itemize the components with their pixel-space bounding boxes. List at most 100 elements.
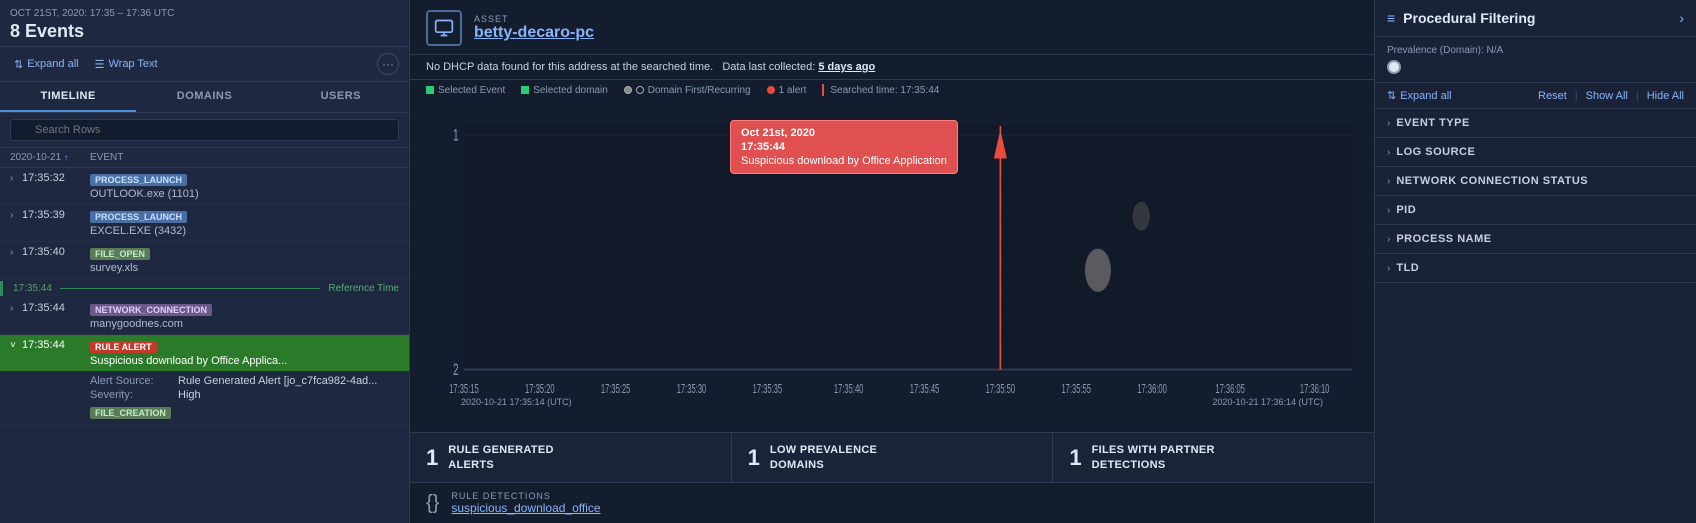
expand-all-button[interactable]: ⇅ Expand all <box>1387 89 1452 102</box>
expand-all-button[interactable]: ⇅ Expand all <box>10 56 83 73</box>
tab-timeline[interactable]: TIMELINE <box>0 82 136 112</box>
filter-section-log-source: › LOG SOURCE <box>1375 138 1696 167</box>
table-row[interactable]: › 17:35:40 FILE_OPEN survey.xls <box>0 242 409 278</box>
filter-icon: ≡ <box>1387 10 1395 26</box>
reset-button[interactable]: Reset <box>1538 90 1567 102</box>
svg-text:1: 1 <box>453 126 458 144</box>
event-badge: NETWORK_CONNECTION <box>90 304 212 316</box>
rule-info: RULE DETECTIONS suspicious_download_offi… <box>451 491 600 515</box>
col-time-label: 2020-10-21 <box>10 152 61 163</box>
prevalence-toggle[interactable] <box>1387 60 1684 74</box>
filter-section-title: TLD <box>1396 262 1419 274</box>
detail-key: Alert Source: <box>90 375 170 387</box>
right-actions: Reset | Show All | Hide All <box>1538 90 1684 102</box>
wrap-label: Wrap Text <box>108 58 157 70</box>
tab-domains[interactable]: DOMAINS <box>136 82 272 112</box>
table-row[interactable]: › 17:35:32 PROCESS_LAUNCH OUTLOOK.exe (1… <box>0 168 409 204</box>
expand-arrow-icon[interactable]: › <box>10 210 22 221</box>
detail-rows: Alert Source: Rule Generated Alert [jo_c… <box>0 371 409 425</box>
date-range: OCT 21ST, 2020: 17:35 – 17:36 UTC <box>10 8 399 19</box>
sort-icon: ↑ <box>64 153 68 162</box>
rule-detections: {} RULE DETECTIONS suspicious_download_o… <box>410 482 1374 523</box>
legend-color <box>624 86 632 94</box>
detail-val: High <box>178 389 201 401</box>
event-group: › 17:35:39 PROCESS_LAUNCH EXCEL.EXE (343… <box>0 205 409 242</box>
event-badge: FILE_CREATION <box>90 407 171 419</box>
asset-info: ASSET betty-decaro-pc <box>474 14 594 42</box>
expand-arrow-icon[interactable]: ˅ <box>10 340 22 351</box>
event-content: RULE ALERT Suspicious download by Office… <box>90 339 399 367</box>
svg-text:17:35:20: 17:35:20 <box>525 383 555 396</box>
legend-domain-first: Domain First/Recurring <box>624 85 751 96</box>
asset-header: ASSET betty-decaro-pc <box>410 0 1374 55</box>
detail-key: Severity: <box>90 389 170 401</box>
filter-section-header[interactable]: › EVENT TYPE <box>1387 117 1684 129</box>
dhcp-text: No DHCP data found for this address at t… <box>426 61 713 73</box>
expand-label: Expand all <box>1400 90 1451 102</box>
right-title: ≡ Procedural Filtering <box>1387 10 1535 26</box>
table-row[interactable]: › 17:35:39 PROCESS_LAUNCH EXCEL.EXE (343… <box>0 205 409 241</box>
stat-num: 1 <box>1069 445 1081 471</box>
stat-rule-alerts: 1 RULE GENERATEDALERTS <box>410 433 732 482</box>
event-group: › 17:35:40 FILE_OPEN survey.xls <box>0 242 409 279</box>
chevron-right-icon: › <box>1387 205 1390 216</box>
rule-name[interactable]: suspicious_download_office <box>451 501 600 515</box>
svg-text:17:36:05: 17:36:05 <box>1215 383 1245 396</box>
event-time: 17:35:44 <box>22 302 90 314</box>
right-toolbar: ⇅ Expand all Reset | Show All | Hide All <box>1375 83 1696 109</box>
x-sublabel-left: 2020-10-21 17:35:14 (UTC) <box>461 397 572 407</box>
event-count: 8 Events <box>10 21 399 42</box>
search-row: 🔍 <box>0 113 409 148</box>
filter-section-header[interactable]: › LOG SOURCE <box>1387 146 1684 158</box>
filter-section-title: PID <box>1396 204 1416 216</box>
tab-users[interactable]: USERS <box>273 82 409 112</box>
filter-section-network-connection: › NETWORK CONNECTION STATUS <box>1375 167 1696 196</box>
detail-row: Alert Source: Rule Generated Alert [jo_c… <box>90 375 399 387</box>
wrap-text-button[interactable]: ☰ Wrap Text <box>91 56 162 73</box>
asset-name[interactable]: betty-decaro-pc <box>474 24 594 42</box>
expand-arrow-icon[interactable]: › <box>10 303 22 314</box>
data-days: 5 days ago <box>818 61 875 73</box>
tabs: TIMELINE DOMAINS USERS <box>0 82 409 113</box>
table-row[interactable]: › 17:35:44 NETWORK_CONNECTION manygoodne… <box>0 298 409 334</box>
expand-icon: ⇅ <box>1387 89 1396 102</box>
toggle-circle <box>1387 60 1401 74</box>
expand-arrow-icon[interactable]: › <box>10 247 22 258</box>
filter-section-process-name: › PROCESS NAME <box>1375 225 1696 254</box>
event-group: › 17:35:32 PROCESS_LAUNCH OUTLOOK.exe (1… <box>0 168 409 205</box>
event-content: NETWORK_CONNECTION manygoodnes.com <box>90 302 399 330</box>
col-headers: 2020-10-21 ↑ EVENT <box>0 148 409 168</box>
expand-arrow-icon[interactable]: › <box>10 173 22 184</box>
prevalence-chart: Prevalence 1 2 17:35:15 17:35:20 <box>426 108 1358 396</box>
event-time: 17:35:44 <box>22 339 90 351</box>
legend-label: 1 alert <box>779 85 807 96</box>
ref-label: Reference Time <box>328 283 399 294</box>
event-label: EXCEL.EXE (3432) <box>90 225 399 237</box>
filter-section-header[interactable]: › PID <box>1387 204 1684 216</box>
right-arrow-icon[interactable]: › <box>1679 10 1684 26</box>
expand-label: Expand all <box>27 58 78 70</box>
svg-text:17:35:50: 17:35:50 <box>986 383 1016 396</box>
svg-text:17:36:00: 17:36:00 <box>1137 383 1167 396</box>
filter-section-header[interactable]: › PROCESS NAME <box>1387 233 1684 245</box>
filter-section-header[interactable]: › NETWORK CONNECTION STATUS <box>1387 175 1684 187</box>
svg-text:17:35:35: 17:35:35 <box>753 383 783 396</box>
dhcp-bar: No DHCP data found for this address at t… <box>410 55 1374 80</box>
more-options-button[interactable]: ··· <box>377 53 399 75</box>
hide-all-button[interactable]: Hide All <box>1647 90 1684 102</box>
filter-section-tld: › TLD <box>1375 254 1696 283</box>
chevron-right-icon: › <box>1387 118 1390 129</box>
legend-searched-time: Searched time: 17:35:44 <box>822 84 939 96</box>
table-row[interactable]: ˅ 17:35:44 RULE ALERT Suspicious downloa… <box>0 335 409 371</box>
svg-text:17:35:45: 17:35:45 <box>910 383 940 396</box>
svg-text:17:35:40: 17:35:40 <box>834 383 864 396</box>
svg-text:17:35:30: 17:35:30 <box>677 383 707 396</box>
legend-selected-event: Selected Event <box>426 85 505 96</box>
filter-section-event-type: › EVENT TYPE <box>1375 109 1696 138</box>
show-all-button[interactable]: Show All <box>1586 90 1628 102</box>
timeline-body[interactable]: › 17:35:32 PROCESS_LAUNCH OUTLOOK.exe (1… <box>0 168 409 523</box>
filter-section-header[interactable]: › TLD <box>1387 262 1684 274</box>
search-input[interactable] <box>10 119 399 141</box>
chart-area: Oct 21st, 2020 17:35:44 Suspicious downl… <box>410 100 1374 432</box>
event-label: OUTLOOK.exe (1101) <box>90 188 399 200</box>
